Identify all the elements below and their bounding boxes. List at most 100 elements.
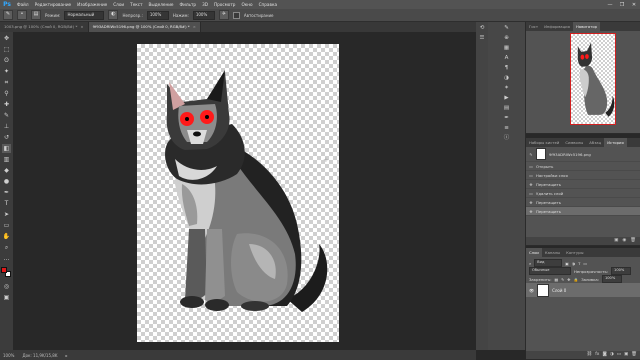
menu-filter[interactable]: Фильтр — [177, 2, 200, 7]
lock-paint-icon[interactable]: ✎ — [561, 277, 564, 282]
mode-select[interactable]: Нормальный — [64, 10, 105, 20]
new-document-icon[interactable]: ▣ — [614, 237, 618, 245]
restore-button[interactable]: ❐ — [616, 2, 628, 8]
filter-search-icon[interactable]: ⌕ — [529, 261, 531, 266]
menu-window[interactable]: Окно — [238, 2, 255, 7]
swatches-icon[interactable]: ▦ — [502, 44, 511, 53]
filter-adjust-icon[interactable]: ◑ — [572, 261, 575, 266]
delete-layer-icon[interactable]: 🗑 — [631, 351, 637, 359]
tab-paragraph[interactable]: Абзац — [586, 138, 604, 147]
group-icon[interactable]: ▭ — [617, 351, 621, 359]
zoom-readout[interactable]: 100% — [3, 353, 14, 358]
close-tab-icon[interactable]: × — [80, 24, 83, 29]
tab-layers[interactable]: Слои — [526, 248, 542, 257]
menu-text[interactable]: Текст — [127, 2, 145, 7]
filter-type-icon[interactable]: T — [578, 261, 580, 266]
history-step-1[interactable]: ▭ Открыть — [526, 162, 640, 171]
screen-mode-icon[interactable]: ▣ — [2, 293, 11, 302]
lock-pixels-icon[interactable]: ▦ — [554, 277, 558, 282]
trash-icon[interactable]: 🗑 — [630, 237, 636, 245]
styles-icon[interactable]: ✶ — [502, 84, 511, 93]
shape-tool-icon[interactable]: ▭ — [2, 221, 11, 230]
tab-info[interactable]: Информация — [541, 22, 573, 31]
opacity-field[interactable]: 100% — [146, 10, 169, 20]
quick-mask-icon[interactable]: ◎ — [2, 282, 11, 291]
menu-select[interactable]: Выделение — [146, 2, 177, 7]
status-arrow-icon[interactable]: ▸ — [65, 353, 67, 358]
history-panel-icon[interactable]: ⟲ — [478, 24, 487, 33]
brush-tool-icon[interactable]: ✎ — [2, 111, 11, 120]
lasso-tool-icon[interactable]: ʘ — [2, 56, 11, 65]
close-tab-icon[interactable]: × — [193, 24, 196, 29]
menu-image[interactable]: Изображение — [74, 2, 110, 7]
history-snapshot[interactable]: ✎ 9f93ADRIWc5196.png — [526, 147, 640, 162]
paths-icon[interactable]: ✒ — [502, 114, 511, 123]
adjustments-icon[interactable]: ◑ — [502, 74, 511, 83]
history-step-6[interactable]: ✥ Перетащить — [526, 207, 640, 216]
canvas-area[interactable]: + — [13, 32, 476, 350]
zoom-tool-icon[interactable]: ⌕ — [2, 243, 11, 252]
tab-brush-presets[interactable]: Наборы кистей — [526, 138, 562, 147]
visibility-eye-icon[interactable]: 👁 — [529, 288, 534, 293]
stamp-tool-icon[interactable]: ⊥ — [2, 122, 11, 131]
add-mask-icon[interactable]: ◙ — [602, 351, 606, 359]
paragraph-panel-icon[interactable]: ¶ — [502, 64, 511, 73]
menu-layers[interactable]: Слои — [110, 2, 127, 7]
layer-name[interactable]: Слой 0 — [552, 288, 566, 293]
eraser-tool-preset-icon[interactable]: ✎ — [3, 10, 13, 20]
pen-tool-icon[interactable]: ✒ — [2, 188, 11, 197]
brush-size-icon[interactable]: • — [17, 10, 27, 20]
clone-source-icon[interactable]: ⊕ — [502, 34, 511, 43]
info-icon[interactable]: ⓘ — [502, 134, 511, 143]
tab-navigator[interactable]: Навигатор — [572, 22, 601, 31]
navigator-thumbnail[interactable] — [570, 33, 616, 125]
menu-view[interactable]: Просмотр — [211, 2, 239, 7]
layer-fill-field[interactable]: 100% — [601, 275, 622, 283]
close-button[interactable]: ✕ — [628, 2, 640, 8]
airbrush-icon[interactable]: ✈ — [218, 10, 229, 20]
crop-tool-icon[interactable]: ⌗ — [2, 78, 11, 87]
history-brush-source-icon[interactable]: ✎ — [526, 152, 536, 157]
healing-tool-icon[interactable]: ✚ — [2, 100, 11, 109]
tab-character[interactable]: Символы — [562, 138, 586, 147]
foreground-color-swatch[interactable] — [1, 267, 7, 273]
history-brush-icon[interactable]: ↺ — [2, 133, 11, 142]
type-tool-icon[interactable]: T — [2, 199, 11, 208]
marquee-tool-icon[interactable]: ⬚ — [2, 45, 11, 54]
history-step-3[interactable]: ✥ Перетащить — [526, 180, 640, 189]
blend-mode-select[interactable]: Обычные — [529, 267, 571, 275]
document-canvas[interactable] — [137, 44, 339, 342]
layer-row[interactable]: 👁 Слой 0 — [526, 283, 640, 297]
gradient-tool-icon[interactable]: ▥ — [2, 155, 11, 164]
properties-panel-icon[interactable]: ☰ — [478, 34, 487, 43]
layer-opacity-field[interactable]: 100% — [611, 267, 632, 275]
adjustment-layer-icon[interactable]: ◑ — [610, 351, 614, 359]
snapshot-icon[interactable]: ◉ — [622, 237, 626, 245]
link-layers-icon[interactable]: ⛓ — [586, 351, 592, 359]
move-tool-icon[interactable]: ✥ — [2, 34, 11, 43]
path-select-tool-icon[interactable]: ➤ — [2, 210, 11, 219]
character-panel-icon[interactable]: A — [502, 54, 511, 63]
filter-pixel-icon[interactable]: ▣ — [565, 261, 569, 266]
tab-document-1[interactable]: 1003.png @ 100% (Слой 0, RGB/8#) * × — [0, 22, 89, 32]
menu-help[interactable]: Справка — [256, 2, 280, 7]
tab-document-2[interactable]: 9f93ADRIWc5196.png @ 100% (Слой 0, RGB/8… — [88, 22, 201, 32]
tab-history[interactable]: История — [604, 138, 627, 147]
lock-position-icon[interactable]: ✥ — [567, 277, 570, 282]
tab-histogram[interactable]: Гист — [526, 22, 541, 31]
layer-filter-select[interactable]: Вид — [534, 259, 563, 267]
menu-file[interactable]: Файл — [14, 2, 32, 7]
new-layer-icon[interactable]: ▣ — [624, 351, 628, 359]
filter-shape-icon[interactable]: ▭ — [583, 261, 587, 266]
eyedropper-tool-icon[interactable]: ⚲ — [2, 89, 11, 98]
brush-panel-icon[interactable]: ✎ — [502, 24, 511, 33]
layer-style-icon[interactable]: fx — [595, 351, 599, 359]
menu-3d[interactable]: 3D — [199, 2, 211, 7]
tab-channels[interactable]: Каналы — [542, 248, 563, 257]
more-tools-icon[interactable]: … — [2, 254, 11, 263]
history-step-5[interactable]: ✥ Перетащить — [526, 198, 640, 207]
flow-field[interactable]: 100% — [192, 10, 215, 20]
brush-panel-icon[interactable]: ▤ — [31, 10, 41, 20]
hand-tool-icon[interactable]: ✋ — [2, 232, 11, 241]
blur-tool-icon[interactable]: ◆ — [2, 166, 11, 175]
